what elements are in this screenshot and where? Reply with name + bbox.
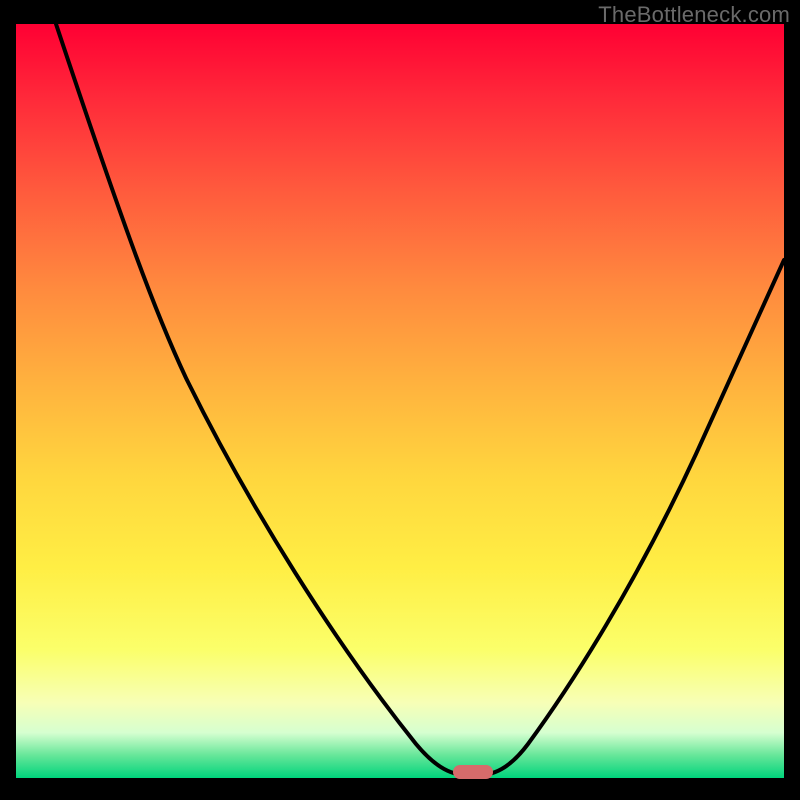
optimal-point-marker bbox=[453, 765, 493, 779]
bottleneck-curve bbox=[16, 24, 784, 778]
curve-path bbox=[56, 24, 784, 776]
plot-area bbox=[16, 24, 784, 778]
chart-stage: TheBottleneck.com bbox=[0, 0, 800, 800]
